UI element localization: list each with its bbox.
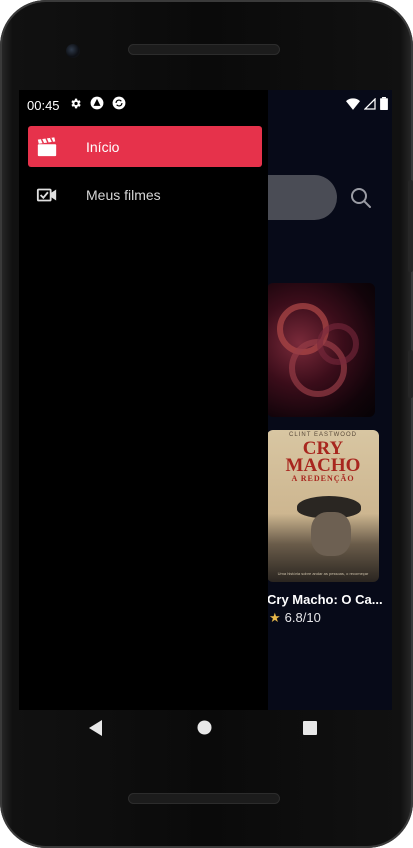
drawer-item-inicio[interactable]: Início (28, 126, 262, 167)
power-button (408, 180, 413, 272)
drawer-item-label: Início (86, 138, 120, 155)
sync-icon (112, 96, 126, 110)
movie-poster[interactable]: CLINT EASTWOOD CRY MACHO A REDENÇÃO Uma … (267, 430, 379, 582)
video-check-icon (36, 188, 57, 202)
status-time: 00:45 (27, 98, 60, 113)
system-nav-bar (19, 710, 392, 748)
phone-frame: CLINT EASTWOOD CRY MACHO A REDENÇÃO Uma … (0, 0, 413, 848)
screen: CLINT EASTWOOD CRY MACHO A REDENÇÃO Uma … (19, 90, 392, 710)
drawer-item-meus-filmes[interactable]: Meus filmes (28, 174, 262, 215)
poster-tagline: Uma história sobre andar as pessoas, o r… (277, 571, 369, 576)
recents-icon[interactable] (303, 721, 317, 735)
star-icon: ★ (269, 610, 281, 625)
movie-rating: ★ 6.8/10 (269, 610, 321, 625)
poster-face (311, 512, 351, 556)
wifi-icon (346, 97, 360, 110)
navigation-drawer: Início Meus filmes (19, 90, 268, 710)
signal-icon (364, 97, 376, 110)
poster-title: CRY MACHO (285, 438, 361, 476)
movie-title: Cry Macho: O Ca... (267, 592, 383, 607)
volume-button (408, 350, 413, 398)
gear-icon (71, 98, 81, 108)
home-icon[interactable] (197, 720, 212, 735)
drawer-item-label: Meus filmes (86, 186, 161, 203)
battery-icon (380, 97, 388, 110)
top-speaker (128, 44, 280, 55)
front-camera (66, 44, 80, 58)
movie-poster[interactable] (267, 283, 375, 417)
back-icon[interactable] (89, 720, 103, 736)
poster-subtitle: A REDENÇÃO (291, 474, 355, 483)
clapperboard-icon (37, 137, 57, 157)
status-bar: 00:45 (19, 90, 392, 120)
expo-icon (90, 96, 104, 110)
search-icon[interactable] (349, 186, 373, 210)
bottom-speaker (128, 793, 280, 804)
